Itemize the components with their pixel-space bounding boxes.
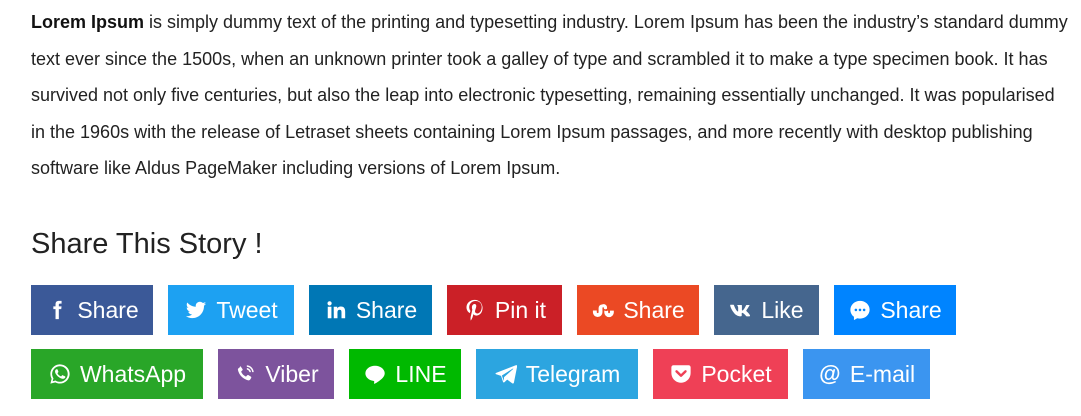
viber-icon xyxy=(233,362,257,386)
email-share-button[interactable]: @ E-mail xyxy=(803,349,930,399)
article-body: is simply dummy text of the printing and… xyxy=(31,12,1068,178)
pocket-share-button[interactable]: Pocket xyxy=(653,349,788,399)
messenger-share-button[interactable]: Share xyxy=(834,285,956,335)
line-share-label: LINE xyxy=(395,360,447,387)
article-paragraph: Lorem Ipsum is simply dummy text of the … xyxy=(31,4,1071,187)
linkedin-icon xyxy=(324,298,348,322)
telegram-share-label: Telegram xyxy=(525,360,621,387)
viber-share-label: Viber xyxy=(265,360,319,387)
facebook-share-label: Share xyxy=(77,296,139,323)
messenger-icon xyxy=(848,298,872,322)
stumbleupon-share-button[interactable]: Share xyxy=(577,285,699,335)
whatsapp-share-label: WhatsApp xyxy=(79,360,187,387)
email-icon: @ xyxy=(819,361,841,386)
vk-icon xyxy=(729,298,753,322)
line-icon xyxy=(363,362,387,386)
pinterest-pin-button[interactable]: Pin it xyxy=(447,285,562,335)
vk-like-button[interactable]: Like xyxy=(714,285,819,335)
messenger-share-label: Share xyxy=(880,296,942,323)
stumbleupon-share-label: Share xyxy=(623,296,685,323)
telegram-share-button[interactable]: Telegram xyxy=(476,349,638,399)
facebook-share-button[interactable]: Share xyxy=(31,285,153,335)
share-buttons-row-1: Share Tweet Share Pin it Share Like Shar… xyxy=(31,285,956,335)
linkedin-share-label: Share xyxy=(355,296,418,323)
twitter-tweet-label: Tweet xyxy=(216,296,278,323)
linkedin-share-button[interactable]: Share xyxy=(309,285,432,335)
whatsapp-share-button[interactable]: WhatsApp xyxy=(31,349,203,399)
whatsapp-icon xyxy=(48,362,72,386)
vk-like-label: Like xyxy=(761,296,804,323)
twitter-icon xyxy=(184,298,208,322)
viber-share-button[interactable]: Viber xyxy=(218,349,334,399)
facebook-icon xyxy=(45,298,69,322)
stumbleupon-icon xyxy=(591,298,615,322)
line-share-button[interactable]: LINE xyxy=(349,349,461,399)
share-buttons-row-2: WhatsApp Viber LINE Telegram Pocket @ E-… xyxy=(31,349,930,399)
pocket-share-label: Pocket xyxy=(701,360,772,387)
pinterest-pin-label: Pin it xyxy=(494,296,547,323)
pocket-icon xyxy=(669,362,693,386)
article-lead: Lorem Ipsum xyxy=(31,12,145,32)
telegram-icon xyxy=(494,362,518,386)
share-title: Share This Story ! xyxy=(31,228,263,260)
twitter-tweet-button[interactable]: Tweet xyxy=(168,285,294,335)
email-share-label: E-mail xyxy=(849,360,916,387)
pinterest-icon xyxy=(463,298,487,322)
